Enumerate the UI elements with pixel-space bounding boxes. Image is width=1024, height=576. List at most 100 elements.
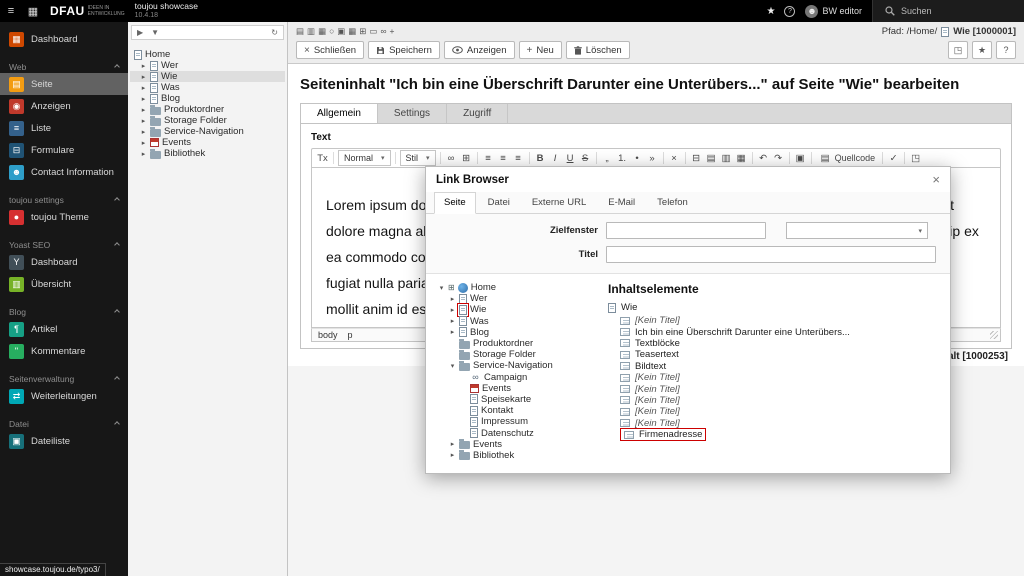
pagetree-item[interactable]: ▸ Wer (130, 60, 285, 71)
sidebar-item-contact-information[interactable]: ☻ Contact Information (0, 161, 128, 183)
caret-right-icon[interactable]: ▸ (449, 328, 456, 336)
pagetree-item[interactable]: ▸ Wie (130, 71, 285, 82)
target-input[interactable] (606, 222, 766, 239)
user-menu[interactable]: ☻ BW editor (805, 4, 862, 18)
blockquote-icon[interactable]: „ (601, 150, 614, 166)
undo-icon[interactable]: ↶ (757, 150, 770, 166)
sidebar-item-übersicht[interactable]: ▥ Übersicht (0, 273, 128, 295)
columns-icon[interactable]: ▥ (307, 26, 315, 37)
cursor-icon[interactable]: ▶ (137, 28, 143, 37)
caret-right-icon[interactable]: ▸ (140, 62, 147, 70)
modal-tree-item[interactable]: Produktordner (436, 338, 608, 349)
sidebar-item-liste[interactable]: ≡ Liste (0, 117, 128, 139)
sidebar-item-formulare[interactable]: ⊟ Formulare (0, 139, 128, 161)
sidebar-item-toujou-theme[interactable]: ● toujou Theme (0, 206, 128, 228)
modal-tree-item[interactable]: ▸ Wie (436, 302, 608, 317)
close-icon[interactable]: × (932, 172, 940, 187)
pagetree-item[interactable]: ▸ Storage Folder (130, 115, 285, 126)
page-reference[interactable]: Wie [1000001] (953, 26, 1016, 37)
grid-icon[interactable]: ▦ (318, 26, 326, 37)
modal-tree-item[interactable]: ▸ Was (436, 316, 608, 327)
content-element-item[interactable]: Firmenadresse (608, 428, 940, 442)
caret-down-icon[interactable]: ▾ (438, 284, 445, 292)
caret-right-icon[interactable]: ▸ (140, 139, 147, 147)
bookmark-star-icon[interactable]: ★ (767, 6, 776, 17)
maximize-icon[interactable]: ◳ (909, 150, 922, 166)
copy-icon[interactable]: ⊟ (690, 150, 703, 166)
content-element-item[interactable]: [Kein Titel] (608, 383, 940, 395)
remove-icon[interactable]: × (668, 150, 681, 166)
strikethrough-icon[interactable]: S (579, 150, 592, 166)
tab-allgemein[interactable]: Allgemein (301, 104, 378, 123)
clear-format-icon[interactable]: Tx (316, 150, 329, 166)
modal-tree-item[interactable]: ∞ Campaign (436, 372, 608, 383)
paste-icon[interactable]: ▤ (705, 150, 718, 166)
sidebar-section-datei[interactable]: Datei (0, 417, 128, 430)
modal-tree-item[interactable]: ▸ Bibliothek (436, 450, 608, 461)
paste-word-icon[interactable]: ▦ (735, 150, 748, 166)
redo-icon[interactable]: ↷ (772, 150, 785, 166)
pagetree-item[interactable]: ▸ Produktordner (130, 104, 285, 115)
schließen-button[interactable]: × Schließen (296, 41, 365, 59)
page-icon[interactable]: ▤ (296, 26, 304, 37)
align-center-icon[interactable]: ≡ (497, 150, 510, 166)
modal-tree-item[interactable]: Events (436, 383, 608, 394)
link-icon[interactable]: ∞ (445, 150, 458, 166)
pagetree-item[interactable]: ▸ Bibliothek (130, 148, 285, 159)
content-element-item[interactable]: Teasertext (608, 349, 940, 360)
sidebar-item-seite[interactable]: ▤ Seite (0, 73, 128, 95)
clock-icon[interactable]: ○ (329, 26, 334, 37)
caret-down-icon[interactable]: ▾ (449, 362, 456, 370)
löschen-button[interactable]: Löschen (565, 41, 630, 59)
anzeigen-button[interactable]: Anzeigen (443, 41, 515, 59)
menu-toggle-icon[interactable]: ≡ (0, 5, 22, 17)
align-right-icon[interactable]: ≡ (512, 150, 525, 166)
format-select[interactable]: Normal ▾ (338, 150, 391, 166)
caret-right-icon[interactable]: ▸ (140, 150, 147, 158)
caret-right-icon[interactable]: ▸ (449, 295, 456, 303)
modal-tree-item[interactable]: ▾ ⊞ Home (436, 282, 608, 293)
content-element-item[interactable]: [Kein Titel] (608, 395, 940, 406)
modal-tab-externe-url[interactable]: Externe URL (522, 192, 596, 213)
sidebar-item-weiterleitungen[interactable]: ⇄ Weiterleitungen (0, 385, 128, 407)
table-icon[interactable]: ⊞ (359, 26, 366, 37)
modal-tree-item[interactable]: Impressum (436, 416, 608, 427)
link-icon[interactable]: ∞ (380, 26, 386, 37)
caret-right-icon[interactable]: ▸ (140, 128, 147, 136)
paste-text-icon[interactable]: ▥ (720, 150, 733, 166)
filter-icon[interactable]: ▼ (151, 28, 159, 37)
target-select[interactable]: ▾ (786, 222, 928, 239)
help-icon[interactable]: ? (996, 41, 1016, 59)
content-element-item[interactable]: Textblöcke (608, 338, 940, 349)
unordered-list-icon[interactable]: • (631, 150, 644, 166)
modal-tree-item[interactable]: ▸ Wer (436, 293, 608, 304)
note-icon[interactable]: ▭ (369, 26, 377, 37)
content-element-item[interactable]: Ich bin eine Überschrift Darunter eine U… (608, 326, 940, 338)
modal-tree-item[interactable]: ▸ Events (436, 439, 608, 450)
sidebar-section-blog[interactable]: Blog (0, 305, 128, 318)
modal-tree-item[interactable]: ▸ Blog (436, 327, 608, 338)
content-element-item[interactable]: [Kein Titel] (608, 406, 940, 417)
sidebar-section-yoast-seo[interactable]: Yoast SEO (0, 238, 128, 251)
new-icon[interactable]: + (390, 26, 395, 37)
title-input[interactable] (606, 246, 936, 263)
element-path-segment[interactable]: p (348, 330, 353, 340)
refresh-icon[interactable]: ↻ (271, 28, 278, 37)
content-element-item[interactable]: Bildtext (608, 361, 940, 372)
neu-button[interactable]: + Neu (518, 41, 562, 59)
content-page-row[interactable]: Wie (608, 302, 940, 313)
caret-right-icon[interactable]: ▸ (449, 317, 456, 325)
caret-right-icon[interactable]: ▸ (140, 106, 147, 114)
pagetree-item[interactable]: ▸ Service-Navigation (130, 126, 285, 137)
sidebar-section-seitenverwaltung[interactable]: Seitenverwaltung (0, 372, 128, 385)
italic-icon[interactable]: I (549, 150, 562, 166)
element-path-segment[interactable]: body (318, 330, 338, 340)
content-element-item[interactable]: [Kein Titel] (608, 315, 940, 326)
modal-tree-item[interactable]: Datenschutz (436, 427, 608, 439)
indent-icon[interactable]: » (646, 150, 659, 166)
sidebar-item-dashboard[interactable]: ▦ Dashboard (0, 28, 128, 50)
bookmark-icon[interactable]: ★ (972, 41, 992, 59)
pagetree-item[interactable]: ▸ Blog (130, 93, 285, 104)
modal-tree-item[interactable]: Speisekarte (436, 394, 608, 405)
open-new-window-icon[interactable]: ◳ (948, 41, 968, 59)
